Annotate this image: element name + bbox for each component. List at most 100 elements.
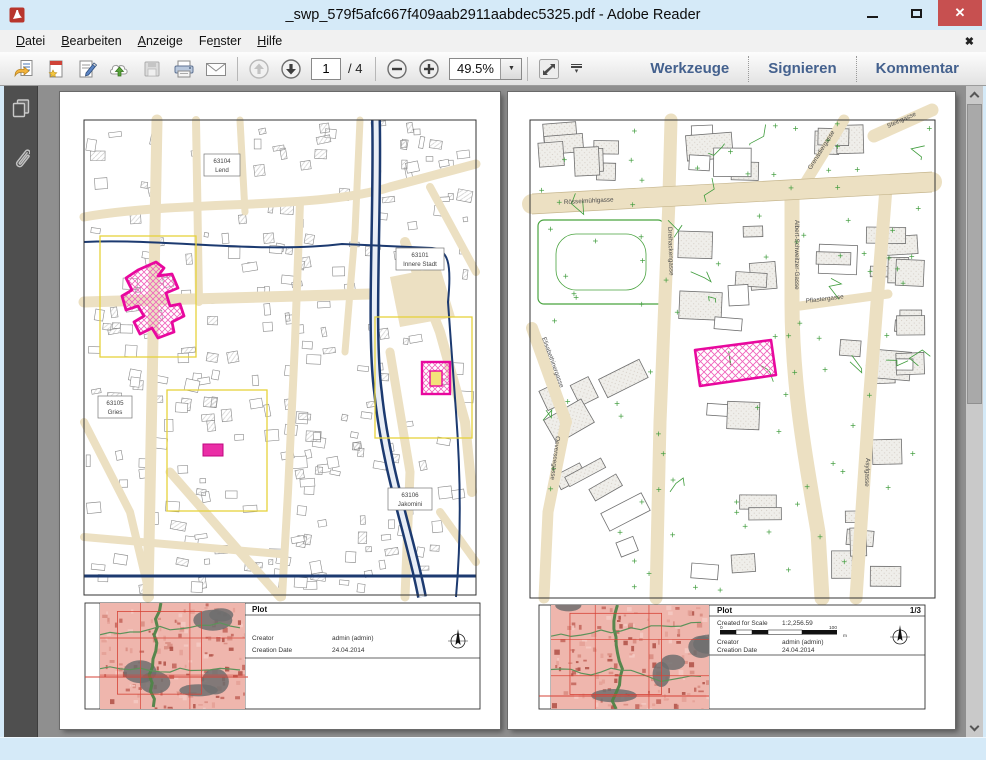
save-button[interactable] [136, 55, 168, 83]
fit-page-icon [537, 57, 561, 81]
zoom-caret-icon[interactable]: ▼ [500, 59, 521, 79]
svg-text:Creator: Creator [252, 635, 275, 642]
svg-text:Creator: Creator [717, 639, 740, 646]
svg-text:24.04.2014: 24.04.2014 [782, 647, 815, 654]
svg-text:Innere Stadt: Innere Stadt [403, 261, 437, 268]
werkzeuge-button[interactable]: Werkzeuge [631, 52, 748, 86]
plot-page-indicator: 1/3 [910, 606, 922, 615]
highlighted-parcel [695, 340, 776, 386]
district-label: 63104 Lend [204, 154, 240, 176]
toolbar-overflow-button[interactable]: ▾ [565, 55, 587, 83]
pdf-page-2: Rösselmühlgasse Grenadiergasse Steingass… [508, 92, 955, 729]
svg-text:Created for Scale: Created for Scale [717, 620, 768, 627]
svg-text:Jakomini: Jakomini [398, 501, 422, 508]
district-label: 63101 Innere Stadt [396, 248, 444, 270]
svg-text:63104: 63104 [213, 158, 231, 165]
district-label: 63106 Jakomini [388, 488, 432, 510]
document-area: 63104 Lend 63101 Innere Stadt 63105 Grie… [38, 86, 966, 737]
next-page-button[interactable] [275, 55, 307, 83]
toolbar-separator [527, 57, 528, 81]
navigation-pane [4, 86, 38, 737]
svg-text:Creation Date: Creation Date [252, 647, 292, 654]
create-pdf-button[interactable] [40, 55, 72, 83]
park-area [538, 220, 664, 304]
zoom-out-button[interactable] [381, 55, 413, 83]
sign-document-button[interactable] [72, 55, 104, 83]
minimize-icon [867, 16, 878, 18]
chevron-up-icon [970, 92, 980, 102]
fit-page-button[interactable] [533, 55, 565, 83]
menu-anzeige[interactable]: Anzeige [130, 30, 191, 52]
page-number-input[interactable] [311, 58, 341, 80]
maximize-button[interactable] [894, 0, 938, 26]
zoom-in-icon [417, 57, 441, 81]
toolbar-separator [375, 57, 376, 81]
toolbar: / 4 49.5% ▼ [0, 52, 986, 86]
satellite-thumbnail [100, 603, 249, 713]
maximize-icon [911, 9, 922, 18]
svg-text:63101: 63101 [411, 252, 429, 259]
menu-bearbeiten[interactable]: Bearbeiten [53, 30, 129, 52]
chevron-down-icon [970, 722, 980, 732]
titlebar: _swp_579f5afc667f409aab2911aabdec5325.pd… [0, 0, 986, 30]
menu-hilfe[interactable]: Hilfe [249, 30, 290, 52]
plot-info-block: Plot Creator admin (admin) Creation Date… [85, 603, 480, 713]
svg-text:Gries: Gries [108, 409, 123, 416]
zoom-in-button[interactable] [413, 55, 445, 83]
street-label: Albert-Schweitzer-Gasse [793, 220, 800, 290]
highlighted-parcel-east-core [430, 371, 442, 386]
sign-document-icon [77, 59, 99, 79]
email-button[interactable] [200, 55, 232, 83]
overflow-line-icon [571, 64, 582, 66]
print-button[interactable] [168, 55, 200, 83]
create-pdf-icon [46, 59, 66, 79]
district-label: 63105 Gries [98, 396, 132, 418]
window-frame-bottom [0, 737, 986, 760]
attachments-button[interactable] [12, 146, 30, 172]
svg-text:admin (admin): admin (admin) [332, 635, 374, 642]
scrollbar-thumb[interactable] [967, 104, 982, 404]
scroll-up-button[interactable] [966, 86, 983, 103]
zoom-level-value: 49.5% [450, 59, 500, 79]
svg-text:Lend: Lend [215, 167, 229, 174]
street-label: Asylgasse [863, 458, 871, 487]
close-icon: ✕ [955, 5, 966, 21]
send-to-cloud-button[interactable] [104, 55, 136, 83]
menubar-close-icon[interactable]: ✖ [965, 35, 974, 48]
menu-datei[interactable]: Datei [8, 30, 53, 52]
svg-text:m: m [843, 634, 847, 639]
menubar: Datei Bearbeiten Anzeige Fenster Hilfe ✖ [0, 30, 986, 52]
open-icon [13, 59, 35, 79]
previous-page-button[interactable] [243, 55, 275, 83]
signieren-button[interactable]: Signieren [749, 52, 855, 86]
plot-info-block: Plot 1/3 Created for Scale 1:2,256.59 0 … [539, 599, 925, 713]
svg-text:24.04.2014: 24.04.2014 [332, 647, 365, 654]
next-page-icon [279, 57, 303, 81]
plot-title: Plot [717, 606, 732, 615]
page-thumbnails-button[interactable] [11, 98, 31, 118]
svg-text:63105: 63105 [106, 400, 124, 407]
menu-fenster[interactable]: Fenster [191, 30, 249, 52]
window-title: _swp_579f5afc667f409aab2911aabdec5325.pd… [0, 0, 986, 30]
kommentar-button[interactable]: Kommentar [857, 52, 978, 86]
plot-title: Plot [252, 605, 267, 614]
minimize-button[interactable] [850, 0, 894, 26]
email-icon [204, 59, 228, 79]
open-button[interactable] [8, 55, 40, 83]
overflow-caret-icon: ▾ [575, 69, 579, 74]
print-icon [172, 59, 196, 79]
highlighted-parcel-small [203, 444, 223, 456]
close-button[interactable]: ✕ [938, 0, 982, 26]
svg-text:63106: 63106 [401, 492, 419, 499]
svg-text:admin (admin): admin (admin) [782, 639, 824, 646]
zoom-out-icon [385, 57, 409, 81]
street-network [84, 120, 476, 597]
vertical-scrollbar[interactable] [966, 86, 983, 737]
pdf-page-1: 63104 Lend 63101 Innere Stadt 63105 Grie… [60, 92, 500, 729]
svg-text:Creation Date: Creation Date [717, 647, 757, 654]
scroll-down-button[interactable] [966, 720, 983, 737]
river-mur [84, 120, 476, 597]
cloud-upload-icon [108, 59, 132, 79]
zoom-level-combobox[interactable]: 49.5% ▼ [449, 58, 522, 80]
svg-text:1:2,256.59: 1:2,256.59 [782, 620, 813, 627]
